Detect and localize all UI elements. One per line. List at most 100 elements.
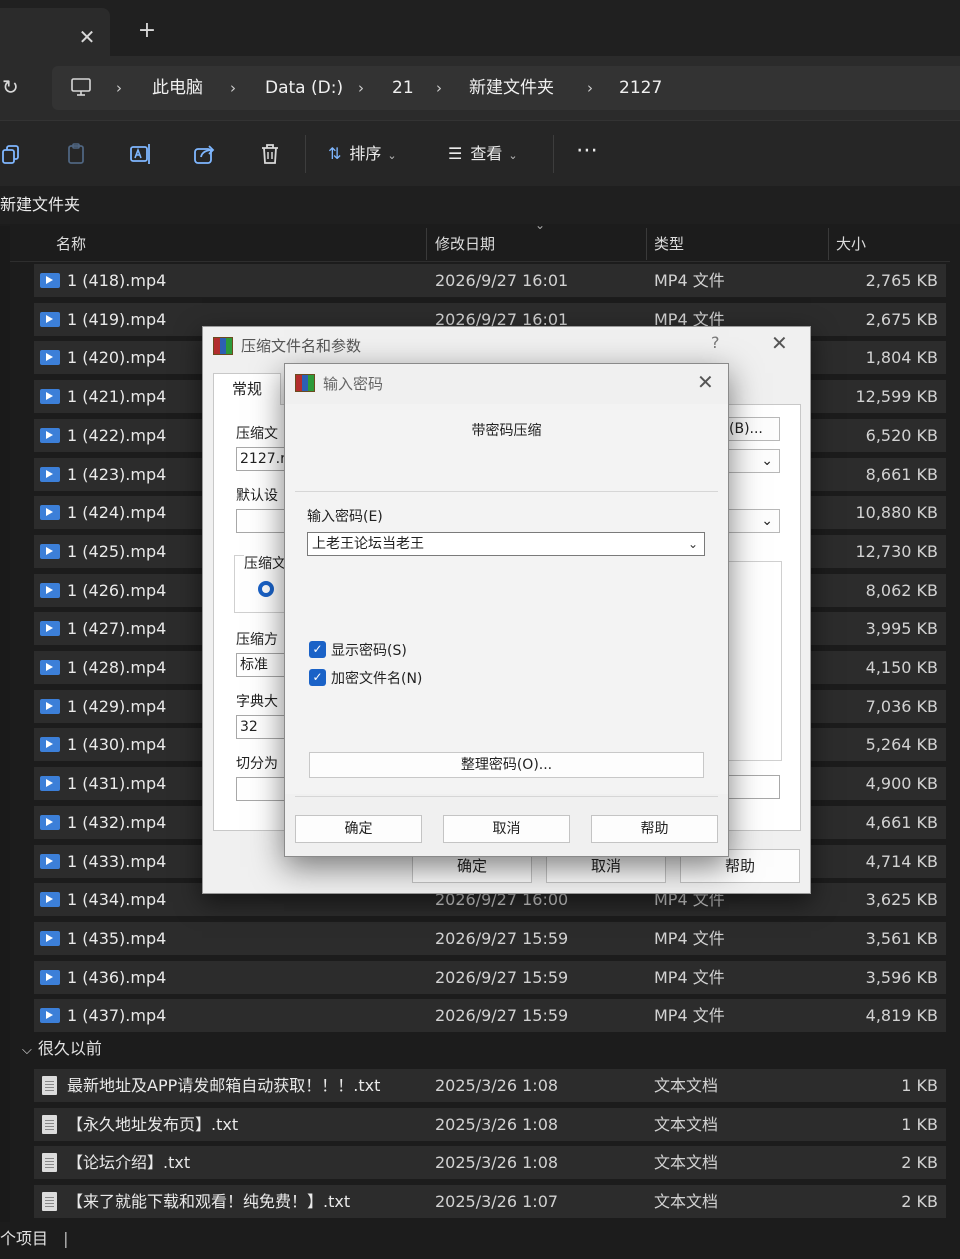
dialog-heading: 带密码压缩 [471,423,542,439]
chevron-down-icon: ⌄ [761,453,773,469]
tab-bar: ✕ + [0,0,960,56]
close-tab-icon[interactable]: ✕ [76,26,98,48]
sort-button[interactable]: ⇅ 排序 ⌄ [328,139,397,169]
file-row[interactable]: 【永久地址发布页】.txt 2025/3/26 1:08 文本文档 1 KB [34,1107,946,1141]
file-size: 12,730 KB [855,541,938,561]
file-row[interactable]: 1 (435).mp4 2026/9/27 15:59 MP4 文件 3,561 KB [34,921,946,955]
encrypt-names-label[interactable]: 加密文件名(N) [331,668,422,688]
breadcrumb-drive[interactable]: Data (D:) [265,66,343,110]
password-value: 上老王论坛当老王 [312,536,424,552]
column-header-name[interactable]: 名称 [56,226,86,262]
tab-general[interactable]: 常规 [213,373,281,405]
breadcrumb-new-folder[interactable]: 新建文件夹 [469,66,554,110]
paste-icon[interactable] [64,141,90,167]
breadcrumb-21[interactable]: 21 [392,66,414,110]
copy-icon[interactable] [0,141,26,167]
column-separator[interactable] [828,228,829,260]
file-name: 1 (430).mp4 [67,735,167,755]
format-radio[interactable] [258,581,274,597]
close-icon[interactable]: ✕ [697,370,714,394]
file-size: 10,880 KB [855,503,938,523]
new-tab-icon[interactable]: + [136,20,158,42]
file-size: 2,765 KB [865,271,938,290]
video-file-icon [40,814,60,830]
more-options-icon[interactable]: ⋯ [574,140,600,167]
column-header-date[interactable]: 修改日期 [435,226,495,262]
options-groupbox [726,561,782,761]
chevron-down-icon: ⌵ [22,1043,32,1058]
toolbar-divider [305,135,306,173]
help-button[interactable]: 帮助 [591,815,718,843]
file-name: 1 (435).mp4 [67,928,167,948]
file-name: 【永久地址发布页】.txt [67,1114,239,1134]
file-name: 1 (434).mp4 [67,890,167,910]
archive-name-label: 压缩文 [236,426,278,442]
close-icon[interactable]: ✕ [771,331,788,355]
share-icon[interactable] [192,141,218,167]
column-header-type[interactable]: 类型 [654,226,684,262]
password-label: 输入密码(E) [307,509,383,525]
file-name: 1 (431).mp4 [67,774,167,794]
chevron-down-icon: ⌄ [508,149,518,162]
file-type: MP4 文件 [654,1006,725,1026]
parameters-field[interactable] [726,775,780,799]
file-row[interactable]: 【论坛介绍】.txt 2025/3/26 1:08 文本文档 2 KB [34,1146,946,1180]
file-row[interactable]: 最新地址及APP请发邮箱自动获取！！！.txt 2025/3/26 1:08 文本文… [34,1069,946,1102]
view-button[interactable]: ☰ 查看 ⌄ [448,139,518,169]
address-row: ↻ › 此电脑 › Data (D:) › 21 › 新建文件夹 › 2127 [0,56,960,120]
file-size: 8,661 KB [865,464,938,484]
column-separator[interactable] [646,228,647,260]
delete-icon[interactable] [257,141,283,167]
file-name: 1 (418).mp4 [67,271,167,290]
file-size: 4,661 KB [865,812,938,832]
file-row[interactable]: 1 (437).mp4 2026/9/27 15:59 MP4 文件 4,819 KB [34,999,946,1033]
column-separator[interactable] [426,228,427,260]
file-size: 7,036 KB [865,696,938,716]
column-header-size[interactable]: 大小 [836,226,866,262]
video-file-icon [40,737,60,753]
video-file-icon [40,273,60,288]
video-file-icon [40,389,60,405]
cancel-button[interactable]: 取消 [443,815,570,843]
chevron-down-icon[interactable]: ⌄ [688,533,698,555]
file-size: 4,150 KB [865,658,938,677]
sort-label: 排序 [349,144,382,163]
password-input[interactable]: 上老王论坛当老王 ⌄ [307,532,705,556]
group-header-long-ago[interactable]: ⌵ 很久以前 [22,1034,102,1064]
organize-passwords-button[interactable]: 整理密码(O)... [309,752,704,778]
encrypt-names-checkbox[interactable]: ✓ [309,669,326,686]
update-mode-dropdown[interactable]: ⌄ [728,509,780,533]
file-row[interactable]: 1 (418).mp4 2026/9/27 16:01 MP4 文件 2,765 KB [34,264,946,297]
video-file-icon [40,311,60,327]
file-row[interactable]: 【来了就能下载和观看！纯免费！】.txt 2025/3/26 1:07 文本文档 2 … [34,1185,946,1219]
browse-button[interactable]: (B)... [728,417,780,441]
breadcrumb-2127[interactable]: 2127 [619,66,662,110]
file-size: 3,561 KB [865,928,938,948]
file-row[interactable]: 1 (436).mp4 2026/9/27 15:59 MP4 文件 3,596 KB [34,960,946,994]
file-size: 4,714 KB [865,851,938,871]
rename-icon[interactable] [128,141,154,167]
file-size: 3,625 KB [865,890,938,910]
file-name: 【来了就能下载和观看！纯免费！】.txt [67,1192,351,1212]
video-file-icon [40,427,60,443]
ok-button[interactable]: 确定 [295,815,422,843]
file-name: 1 (426).mp4 [67,580,167,600]
file-size: 4,900 KB [865,774,938,794]
file-type: 文本文档 [654,1153,719,1173]
archive-name-dropdown[interactable]: ⌄ [728,449,780,473]
file-size: 2 KB [901,1192,938,1212]
show-password-label[interactable]: 显示密码(S) [331,640,407,660]
file-name: 【论坛介绍】.txt [67,1153,191,1173]
address-bar[interactable]: › 此电脑 › Data (D:) › 21 › 新建文件夹 › 2127 [52,66,960,110]
file-size: 3,596 KB [865,967,938,987]
video-file-icon [40,776,60,792]
show-password-checkbox[interactable]: ✓ [309,641,326,658]
format-label: 压缩文 [244,553,288,573]
help-icon[interactable]: ? [711,333,720,352]
breadcrumb-this-pc[interactable]: 此电脑 [152,66,203,110]
tab-current[interactable]: ✕ [0,8,110,56]
refresh-icon[interactable]: ↻ [2,76,24,98]
file-name: 1 (425).mp4 [67,541,167,561]
video-file-icon [40,582,60,598]
video-file-icon [40,930,60,946]
